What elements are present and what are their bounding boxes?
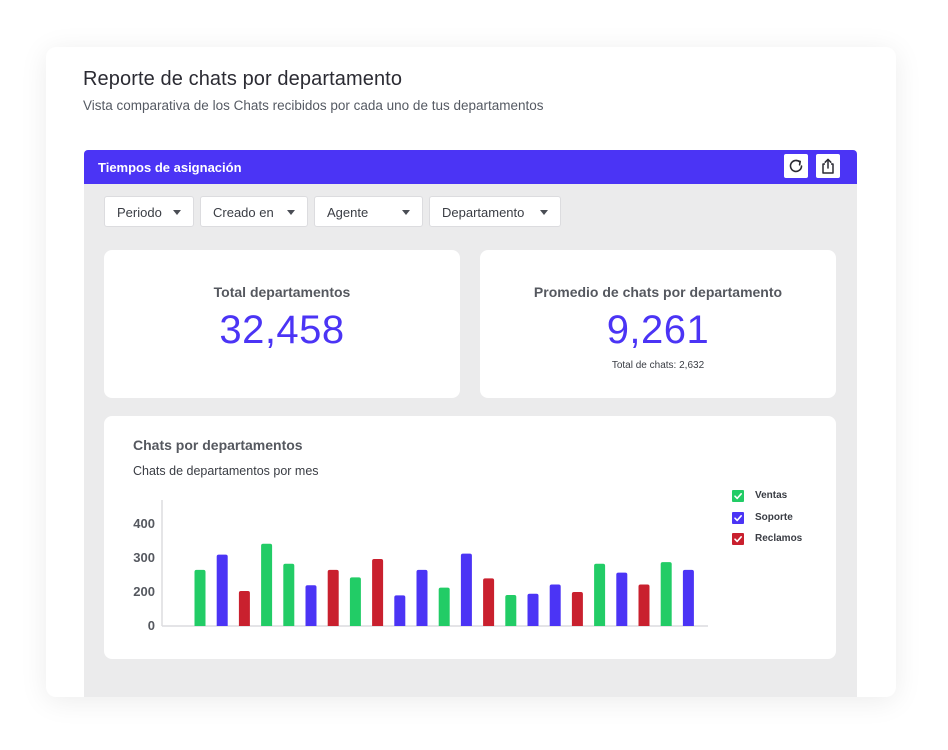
legend-item-reclamos[interactable]: Reclamos [732,533,852,547]
bar-ventas [505,595,517,626]
check-icon [732,512,744,524]
bar-soporte [305,585,317,626]
y-tick-label: 200 [133,584,155,599]
legend-item-soporte[interactable]: Soporte [732,512,852,526]
bar-soporte [549,584,561,626]
page-subtitle: Vista comparativa de los Chats recibidos… [83,98,544,113]
filter-periodo[interactable]: Periodo [104,196,194,227]
filter-creado-en[interactable]: Creado en [200,196,308,227]
y-tick-label: 300 [133,550,155,565]
bar-ventas [438,587,450,626]
panel-title: Tiempos de asignación [98,160,242,175]
caret-down-icon [540,210,548,215]
bar-ventas [283,563,295,626]
y-tick-label: 0 [148,618,155,633]
legend-label: Soporte [755,512,793,523]
caret-down-icon [402,210,410,215]
stat-value: 32,458 [219,308,345,352]
bar-ventas [594,563,606,626]
legend-label: Ventas [755,490,788,501]
filter-label: Periodo [117,205,162,220]
check-icon [732,533,744,545]
filter-label: Agente [327,205,369,220]
bar-soporte [527,593,539,626]
bar-reclamos [483,578,495,626]
bar-soporte [616,572,628,626]
stat-card-avg-chats: Promedio de chats por departamento 9,261… [480,250,836,398]
refresh-icon [789,159,803,173]
caret-down-icon [173,210,181,215]
caret-down-icon [287,210,295,215]
y-tick-label: 400 [133,516,155,531]
bar-ventas [660,562,672,626]
bar-reclamos [638,584,650,626]
bar-soporte [460,553,472,626]
share-button[interactable] [816,154,840,178]
filter-agente[interactable]: Agente [314,196,423,227]
filter-label: Departamento [442,205,525,220]
page-title: Reporte de chats por departamento [83,68,403,90]
assignment-panel: Tiempos de asignación Periodo Creado en … [84,150,857,697]
filter-departamento[interactable]: Departamento [429,196,561,227]
filter-label: Creado en [213,205,274,220]
refresh-button[interactable] [784,154,808,178]
bar-ventas [349,577,361,626]
stat-subtext: Total de chats: 2,632 [611,360,705,371]
bar-ventas [261,543,273,626]
check-icon [732,490,744,502]
stat-card-total-departments: Total departamentos 32,458 [104,250,460,398]
bar-soporte [416,569,428,626]
bar-soporte [682,569,694,626]
bar-soporte [394,595,406,626]
stat-value: 9,261 [606,308,710,352]
bar-reclamos [571,592,583,626]
bar-reclamos [238,590,250,626]
bar-chart: 0 200 300 400 [133,500,708,633]
bar-reclamos [327,569,339,626]
stat-label: Total departamentos [213,284,351,300]
bar-soporte [216,554,228,626]
bar-ventas [194,569,206,626]
legend-item-ventas[interactable]: Ventas [732,490,852,504]
bar-reclamos [372,559,384,626]
legend-label: Reclamos [755,533,803,544]
stat-label: Promedio de chats por departamento [533,284,783,300]
panel-header: Tiempos de asignación [84,150,857,184]
chart-card: Chats por departamentos Chats de departa… [104,416,836,659]
share-icon [822,158,834,174]
report-card: Reporte de chats por departamento Vista … [46,47,896,697]
